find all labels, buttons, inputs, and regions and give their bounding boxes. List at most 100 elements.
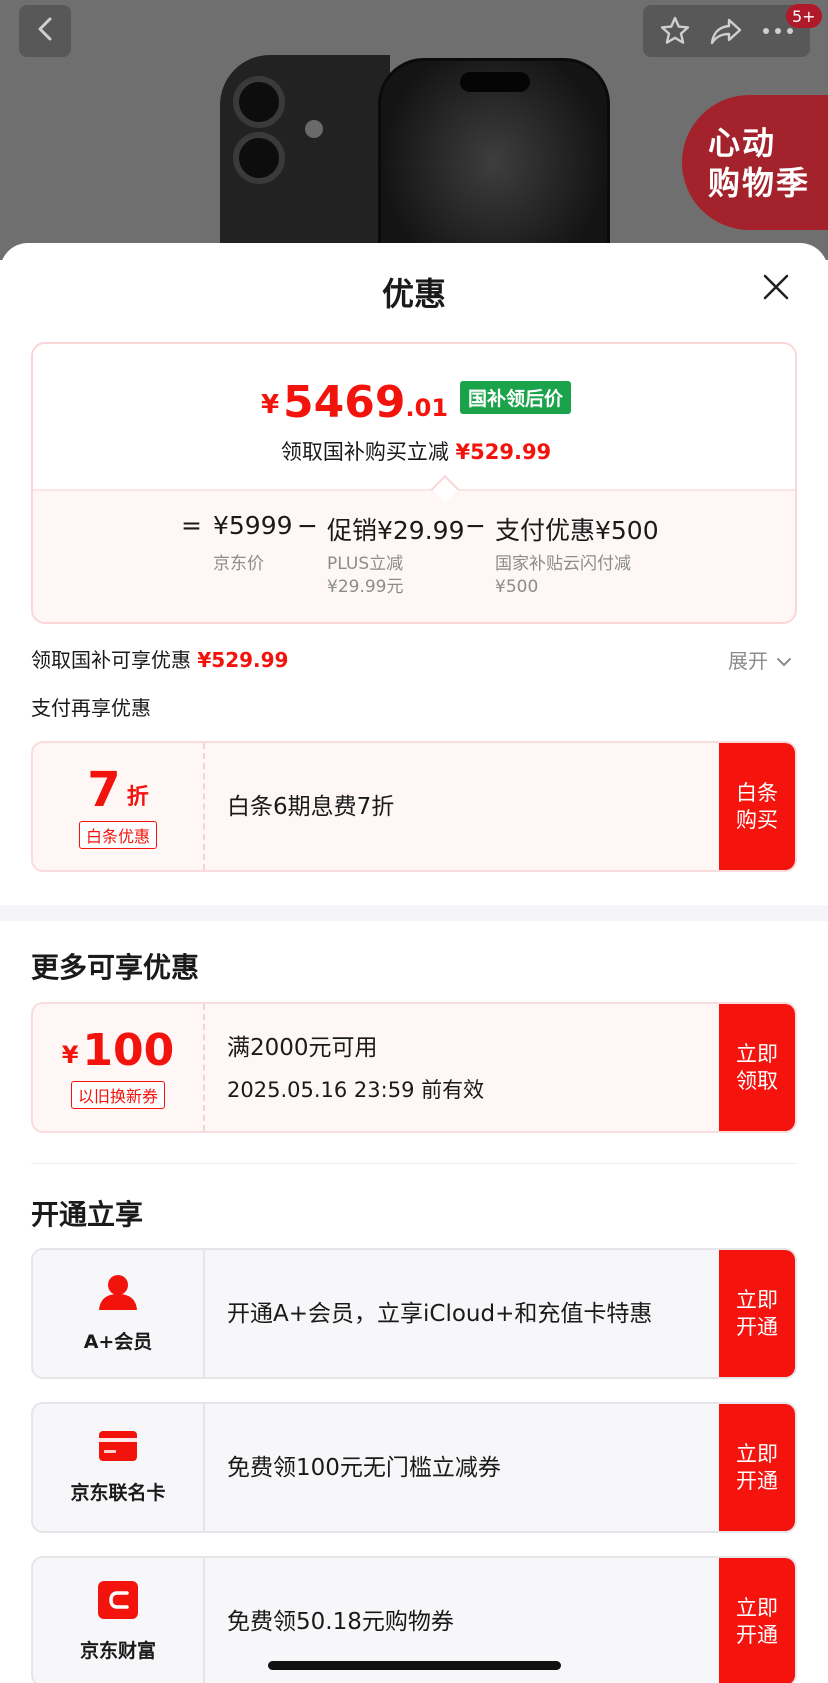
share-icon[interactable] xyxy=(704,9,748,53)
discount-number: 7 xyxy=(87,761,121,818)
currency-symbol: ¥ xyxy=(61,1040,79,1069)
subsidy-summary-amount: ¥529.99 xyxy=(197,648,289,672)
subsidy-summary: 领取国补可享优惠 ¥529.99 xyxy=(31,644,288,673)
equals-sign: = xyxy=(181,511,202,540)
currency-symbol: ¥ xyxy=(260,390,280,420)
coupon-left: 7 折 白条优惠 xyxy=(33,743,205,870)
subsidy-save-amount: ¥529.99 xyxy=(455,440,552,464)
discount-value: 7 折 xyxy=(87,765,148,815)
coupon-description: 白条6期息费7折 xyxy=(227,793,395,820)
expand-toggle[interactable]: 展开 xyxy=(728,645,792,674)
final-price: 5469 xyxy=(283,377,406,428)
promo-discount-detail: PLUS立减 ¥29.99元 xyxy=(327,553,403,599)
card-description: 免费领50.18元购物券 xyxy=(227,1608,454,1635)
subsidy-price-badge: 国补领后价 xyxy=(460,381,572,414)
pay-section-title: 支付再享优惠 xyxy=(31,696,151,720)
section-divider xyxy=(0,905,828,921)
button-line2: 开通 xyxy=(736,1468,778,1493)
minus-sign: − xyxy=(465,511,486,540)
open-cobrand-card-button[interactable]: 立即 开通 xyxy=(719,1404,795,1531)
button-line2: 开通 xyxy=(736,1314,778,1339)
jd-price-label: 京东价 xyxy=(213,554,264,574)
pay-sub-line2: ¥500 xyxy=(495,577,539,597)
coupon-amount: ¥ 100 xyxy=(61,1024,175,1076)
top-actions xyxy=(643,5,810,57)
person-icon xyxy=(98,1273,138,1315)
camera-lens xyxy=(233,132,285,184)
card-left: 京东联名卡 xyxy=(33,1404,205,1531)
wallet-icon xyxy=(97,1580,139,1624)
coupon-body: 白条6期息费7折 xyxy=(205,743,719,870)
home-indicator[interactable] xyxy=(268,1661,561,1670)
card-label: 京东财富 xyxy=(79,1640,156,1662)
promo-sub-line1: PLUS立减 xyxy=(327,554,404,574)
subsidy-save-label: 领取国补购买立减 xyxy=(280,440,449,464)
card-icon xyxy=(98,1430,138,1466)
minus-sign: − xyxy=(297,511,318,540)
promo-stamp: 心动 购物季 xyxy=(682,95,828,230)
price-formula: = ¥5999 − 促销¥29.99 − 支付优惠¥500 京东价 PLUS立减… xyxy=(33,489,795,622)
coupon-left: ¥ 100 以旧换新券 xyxy=(33,1004,205,1131)
button-line2: 购买 xyxy=(736,807,778,832)
subsidy-summary-label: 领取国补可享优惠 xyxy=(31,648,191,672)
more-section-title: 更多可享优惠 xyxy=(31,951,200,984)
promo-discount: 促销¥29.99 xyxy=(327,516,465,545)
button-line1: 立即 xyxy=(736,1441,778,1466)
jd-price: ¥5999 xyxy=(213,511,293,540)
final-price-row: ¥ 5469 .01 国补领后价 xyxy=(33,377,795,428)
card-label: 京东联名卡 xyxy=(70,1482,166,1504)
coupon-expiry: 2025.05.16 23:59 前有效 xyxy=(227,1077,485,1102)
baitiao-buy-button[interactable]: 白条 购买 xyxy=(719,743,795,870)
close-button[interactable] xyxy=(756,269,796,309)
open-wealth-button[interactable]: 立即 开通 xyxy=(719,1558,795,1683)
discount-unit: 折 xyxy=(126,784,149,810)
card-body: 免费领100元无门槛立减券 xyxy=(205,1404,719,1531)
final-price-area: ¥ 5469 .01 国补领后价 领取国补购买立减 ¥529.99 xyxy=(33,344,795,489)
dynamic-island xyxy=(460,72,530,92)
subsidy-save-line: 领取国补购买立减 ¥529.99 xyxy=(33,436,795,466)
card-left: A+会员 xyxy=(33,1250,205,1377)
card-left: 京东财富 xyxy=(33,1558,205,1683)
expand-label: 展开 xyxy=(728,649,768,673)
baitiao-coupon: 7 折 白条优惠 白条6期息费7折 白条 购买 xyxy=(31,741,797,872)
card-description: 开通A+会员，立享iCloud+和充值卡特惠 xyxy=(227,1300,653,1327)
price-breakdown-card: ¥ 5469 .01 国补领后价 领取国补购买立减 ¥529.99 = ¥599… xyxy=(31,342,797,624)
payment-discount: 支付优惠¥500 xyxy=(495,516,659,545)
button-line1: 立即 xyxy=(736,1041,778,1066)
payment-discount-detail: 国家补贴云闪付减 ¥500 xyxy=(495,553,631,599)
open-section-title: 开通立享 xyxy=(31,1198,144,1231)
card-label: A+会员 xyxy=(83,1331,153,1353)
camera-lens xyxy=(233,76,285,128)
coupon-tag: 白条优惠 xyxy=(78,820,157,849)
card-body: 开通A+会员，立享iCloud+和充值卡特惠 xyxy=(205,1250,719,1377)
button-line2: 开通 xyxy=(736,1622,778,1647)
sheet-title: 优惠 xyxy=(381,275,446,313)
divider-line xyxy=(31,1163,797,1164)
back-button[interactable] xyxy=(19,5,71,57)
coupon-condition: 满2000元可用 xyxy=(227,1034,378,1061)
discount-sheet: 优惠 ¥ 5469 .01 国补领后价 领取国补购买立减 ¥529.99 = ¥… xyxy=(0,243,828,1683)
button-line2: 领取 xyxy=(736,1068,778,1093)
camera-flash xyxy=(305,120,323,138)
button-line1: 白条 xyxy=(736,780,778,805)
promo-stamp-line1: 心动 xyxy=(708,124,777,162)
notification-badge: 5+ xyxy=(786,4,822,28)
jd-cobrand-card: 京东联名卡 免费领100元无门槛立减券 立即 开通 xyxy=(31,1402,797,1533)
card-description: 免费领100元无门槛立减券 xyxy=(227,1454,501,1481)
trade-in-coupon: ¥ 100 以旧换新券 满2000元可用 2025.05.16 23:59 前有… xyxy=(31,1002,797,1133)
coupon-body: 满2000元可用 2025.05.16 23:59 前有效 xyxy=(205,1004,719,1131)
back-icon xyxy=(34,16,56,46)
aplus-member-card: A+会员 开通A+会员，立享iCloud+和充值卡特惠 立即 开通 xyxy=(31,1248,797,1379)
coupon-amount-value: 100 xyxy=(82,1024,175,1076)
promo-sub-line2: ¥29.99元 xyxy=(327,577,404,597)
pay-sub-line1: 国家补贴云闪付减 xyxy=(495,554,631,574)
final-price-decimal: .01 xyxy=(405,394,449,422)
close-icon xyxy=(762,273,790,305)
chevron-down-icon xyxy=(776,648,792,672)
promo-stamp-line2: 购物季 xyxy=(708,164,811,202)
claim-coupon-button[interactable]: 立即 领取 xyxy=(719,1004,795,1131)
coupon-tag: 以旧换新券 xyxy=(70,1080,165,1109)
star-icon[interactable] xyxy=(653,9,697,53)
button-line1: 立即 xyxy=(736,1287,778,1312)
open-aplus-button[interactable]: 立即 开通 xyxy=(719,1250,795,1377)
